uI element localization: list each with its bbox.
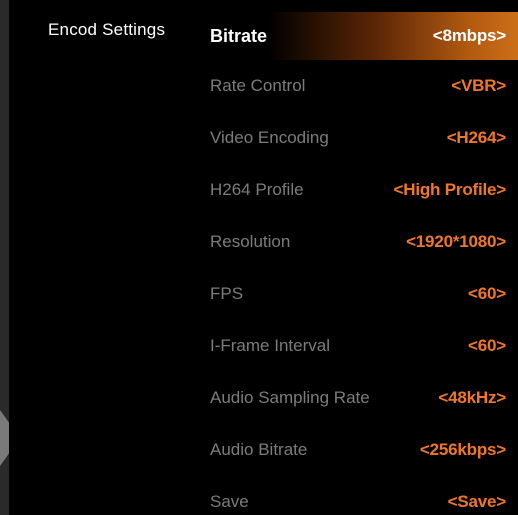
setting-label-fps: FPS (210, 284, 244, 303)
setting-value-rate-control[interactable]: <VBR> (451, 76, 506, 96)
setting-row-h264-profile[interactable]: H264 Profile <High Profile> (198, 164, 518, 216)
setting-label-video-encoding: Video Encoding (210, 128, 329, 147)
setting-row-audio-bitrate[interactable]: Audio Bitrate <256kbps> (198, 424, 518, 476)
setting-label-i-frame-interval: I-Frame Interval (210, 336, 330, 355)
setting-label-save: Save (210, 492, 249, 511)
setting-row-audio-sampling-rate[interactable]: Audio Sampling Rate <48kHz> (198, 372, 518, 424)
setting-label-resolution: Resolution (210, 232, 291, 251)
setting-row-i-frame-interval[interactable]: I-Frame Interval <60> (198, 320, 518, 372)
setting-label-audio-bitrate: Audio Bitrate (210, 440, 308, 459)
setting-row-fps[interactable]: FPS <60> (198, 268, 518, 320)
setting-value-save[interactable]: <Save> (448, 492, 507, 512)
setting-row-save[interactable]: Save <Save> (198, 476, 518, 515)
setting-row-video-encoding[interactable]: Video Encoding <H264> (198, 112, 518, 164)
setting-label-audio-sampling-rate: Audio Sampling Rate (210, 388, 370, 407)
setting-row-bitrate[interactable]: Bitrate <8mbps> (198, 12, 518, 60)
category-encod-settings[interactable]: Encod Settings (48, 20, 165, 40)
setting-label-bitrate: Bitrate (210, 25, 268, 46)
setting-label-rate-control: Rate Control (210, 76, 306, 95)
osd-menu-screen: Encod Settings Bitrate <8mbps> Rate Cont… (0, 0, 518, 515)
setting-value-video-encoding[interactable]: <H264> (447, 128, 506, 148)
setting-value-fps[interactable]: <60> (468, 284, 506, 304)
setting-row-resolution[interactable]: Resolution <1920*1080> (198, 216, 518, 268)
category-panel: Encod Settings (9, 0, 189, 515)
setting-row-rate-control[interactable]: Rate Control <VBR> (198, 60, 518, 112)
setting-value-audio-sampling-rate[interactable]: <48kHz> (438, 388, 506, 408)
setting-value-i-frame-interval[interactable]: <60> (468, 336, 506, 356)
setting-label-h264-profile: H264 Profile (210, 180, 304, 199)
setting-value-resolution[interactable]: <1920*1080> (406, 232, 506, 252)
setting-value-bitrate[interactable]: <8mbps> (433, 26, 506, 46)
setting-value-audio-bitrate[interactable]: <256kbps> (420, 440, 506, 460)
settings-list: Bitrate <8mbps> Rate Control <VBR> Video… (198, 12, 518, 515)
setting-value-h264-profile[interactable]: <High Profile> (394, 180, 507, 200)
